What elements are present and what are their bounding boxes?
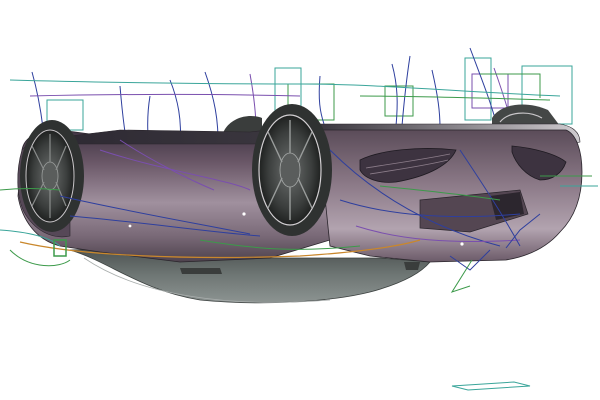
control-frame [464, 57, 492, 121]
exhaust-tip [404, 262, 420, 270]
control-frame [384, 85, 414, 117]
rear-wheel [252, 104, 332, 236]
3d-viewport[interactable] [0, 0, 600, 400]
underbody-vent [180, 268, 222, 274]
front-wheel [20, 120, 84, 232]
ground-plane-marker [451, 381, 531, 391]
viewport-scene [0, 47, 598, 391]
